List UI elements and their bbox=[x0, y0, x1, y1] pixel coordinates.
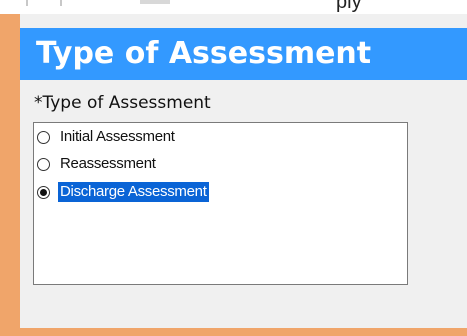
top-strip: ply bbox=[0, 0, 467, 14]
option-reassessment[interactable]: Reassessment bbox=[37, 153, 158, 175]
option-label: Discharge Assessment bbox=[58, 182, 209, 202]
top-strip-tick bbox=[26, 0, 28, 6]
radio-discharge-assessment[interactable] bbox=[37, 185, 50, 199]
dialog-frame: ply Type of Assessment *Type of Assessme… bbox=[0, 0, 467, 336]
type-of-assessment-label: *Type of Assessment bbox=[34, 93, 211, 113]
assessment-type-listbox[interactable]: Initial Assessment Reassessment Discharg… bbox=[33, 122, 408, 285]
section-title: Type of Assessment bbox=[36, 36, 372, 71]
radio-reassessment[interactable] bbox=[37, 157, 50, 171]
radio-initial-assessment[interactable] bbox=[37, 130, 50, 144]
top-strip-partial-text: ply bbox=[336, 0, 362, 13]
section-header: Type of Assessment bbox=[20, 28, 467, 80]
assessment-panel: Type of Assessment *Type of Assessment I… bbox=[20, 14, 467, 328]
option-label: Initial Assessment bbox=[60, 128, 175, 145]
top-strip-tick bbox=[60, 0, 62, 6]
option-initial-assessment[interactable]: Initial Assessment bbox=[37, 126, 177, 148]
option-discharge-assessment[interactable]: Discharge Assessment bbox=[37, 181, 209, 203]
option-label: Reassessment bbox=[60, 155, 156, 172]
top-strip-tab bbox=[140, 0, 170, 4]
